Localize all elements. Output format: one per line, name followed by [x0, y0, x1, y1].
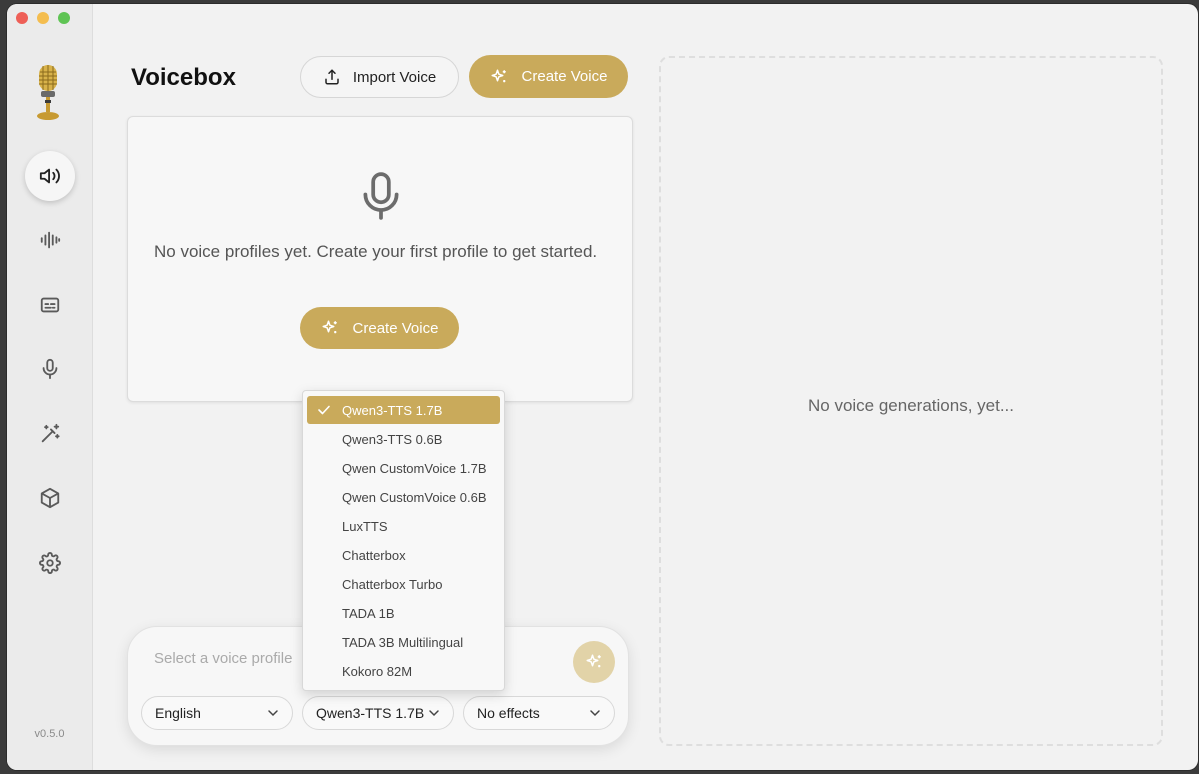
gear-icon [39, 552, 61, 574]
text-input[interactable]: Select a voice profile [154, 650, 292, 667]
nav-item-generate[interactable] [25, 151, 75, 201]
magic-wand-icon [41, 423, 60, 443]
upload-icon [325, 69, 339, 85]
effects-select[interactable]: No effects [463, 696, 615, 730]
model-option[interactable]: Qwen3-TTS 0.6B [307, 425, 500, 453]
microphone-icon [42, 358, 58, 380]
model-option[interactable]: Qwen CustomVoice 1.7B [307, 454, 500, 482]
model-option[interactable]: Qwen3-TTS 1.7B [307, 396, 500, 424]
empty-history-message: No voice generations, yet... [807, 396, 1014, 415]
create-voice-label: Create Voice [521, 68, 608, 85]
generate-button[interactable] [573, 641, 615, 683]
empty-profiles-message: No voice profiles yet. Create your first… [154, 242, 598, 261]
model-dropdown-menu: Qwen3-TTS 1.7B Qwen3-TTS 0.6B Qwen Custo… [302, 390, 505, 691]
close-window-button[interactable] [16, 12, 28, 24]
language-value: English [155, 705, 201, 721]
model-select[interactable]: Qwen3-TTS 1.7B [302, 696, 454, 730]
model-option[interactable]: Qwen CustomVoice 0.6B [307, 483, 500, 511]
model-option[interactable]: TADA 3B Multilingual [307, 628, 500, 656]
window-controls [16, 12, 70, 24]
effects-value: No effects [477, 705, 540, 721]
model-value: Qwen3-TTS 1.7B [316, 705, 425, 721]
create-voice-empty-button[interactable]: Create Voice [300, 307, 459, 349]
captions-icon [40, 297, 60, 313]
maximize-window-button[interactable] [58, 12, 70, 24]
nav-item-captions[interactable] [25, 280, 75, 330]
model-option[interactable]: TADA 1B [307, 599, 500, 627]
sparkles-icon [586, 654, 601, 668]
microphone-icon [363, 172, 399, 220]
chevron-down-icon [268, 710, 278, 717]
chevron-down-icon [429, 710, 439, 717]
sidebar: v0.5.0 [7, 4, 93, 770]
waveform-icon [40, 231, 61, 249]
cube-icon [40, 487, 60, 509]
generation-history-panel: No voice generations, yet... [659, 56, 1163, 746]
create-voice-empty-label: Create Voice [352, 319, 439, 337]
app-window: v0.5.0 Voicebox Import Voice Create Voic… [7, 4, 1198, 770]
nav-item-settings[interactable] [25, 538, 75, 588]
microphone-logo-icon [37, 65, 59, 120]
chevron-down-icon [590, 710, 600, 717]
checkmark-icon [318, 405, 330, 415]
model-option[interactable]: LuxTTS [307, 512, 500, 540]
nav-item-models[interactable] [25, 473, 75, 523]
nav-item-effects[interactable] [25, 409, 75, 459]
model-option[interactable]: Chatterbox [307, 541, 500, 569]
speaker-icon [39, 168, 60, 184]
sparkles-icon [322, 320, 337, 334]
model-option[interactable]: Chatterbox Turbo [307, 570, 500, 598]
language-select[interactable]: English [141, 696, 293, 730]
voice-profiles-empty-card: No voice profiles yet. Create your first… [127, 116, 633, 402]
sparkles-icon [491, 69, 506, 82]
version-label: v0.5.0 [34, 728, 65, 740]
minimize-window-button[interactable] [37, 12, 49, 24]
import-voice-label: Import Voice [352, 68, 437, 86]
nav-item-stories[interactable] [25, 215, 75, 265]
nav-item-voices[interactable] [25, 344, 75, 394]
model-option[interactable]: Kokoro 82M [307, 657, 500, 685]
import-voice-button[interactable]: Import Voice [300, 56, 459, 98]
create-voice-button[interactable]: Create Voice [469, 55, 628, 98]
page-title: Voicebox [131, 64, 236, 91]
